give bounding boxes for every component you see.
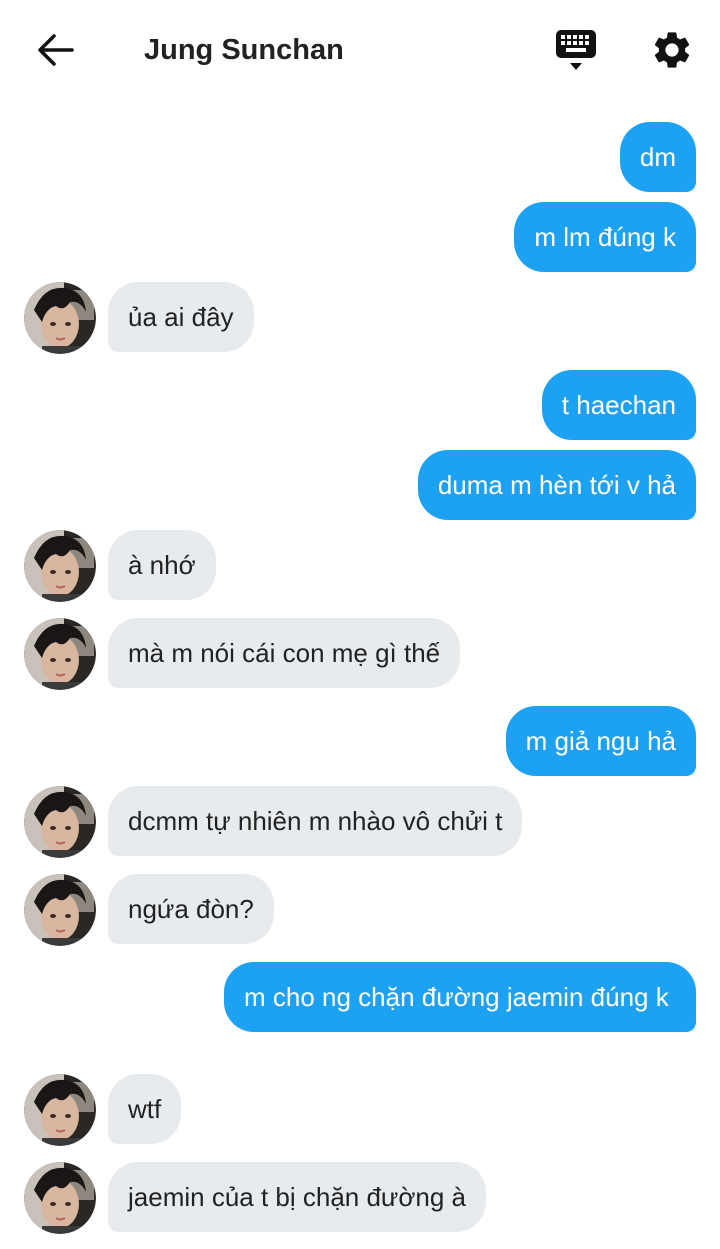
- received-message[interactable]: wtf: [108, 1074, 182, 1144]
- avatar[interactable]: [24, 530, 96, 602]
- keyboard-icon: [556, 30, 596, 70]
- keyboard-button[interactable]: [554, 28, 598, 74]
- sent-message[interactable]: m cho ng chặn đường jaemin đúng k: [224, 962, 696, 1032]
- back-button[interactable]: [34, 30, 78, 70]
- settings-button[interactable]: [650, 28, 694, 72]
- avatar[interactable]: [24, 1074, 96, 1146]
- avatar[interactable]: [24, 1162, 96, 1234]
- contact-name: Jung Sunchan: [144, 34, 344, 66]
- gear-icon: [654, 32, 690, 68]
- received-message[interactable]: ủa ai đây: [108, 282, 254, 352]
- sent-message[interactable]: m lm đúng k: [514, 202, 696, 272]
- received-message[interactable]: à nhớ: [108, 530, 216, 600]
- sent-message[interactable]: m giả ngu hả: [505, 706, 696, 776]
- avatar[interactable]: [24, 618, 96, 690]
- received-message[interactable]: mà m nói cái con mẹ gì thế: [108, 618, 461, 688]
- arrow-left-icon: [38, 34, 74, 66]
- sent-message[interactable]: t haechan: [541, 370, 696, 440]
- avatar[interactable]: [24, 282, 96, 354]
- chat-header: Jung Sunchan: [0, 0, 720, 100]
- received-message[interactable]: jaemin của t bị chặn đường à: [108, 1162, 486, 1232]
- received-message[interactable]: ngứa đòn?: [108, 874, 274, 944]
- sent-message[interactable]: dm: [619, 122, 696, 192]
- received-message[interactable]: dcmm tự nhiên m nhào vô chửi t: [108, 786, 523, 856]
- avatar[interactable]: [24, 874, 96, 946]
- sent-message[interactable]: duma m hèn tới v hả: [417, 450, 696, 520]
- avatar[interactable]: [24, 786, 96, 858]
